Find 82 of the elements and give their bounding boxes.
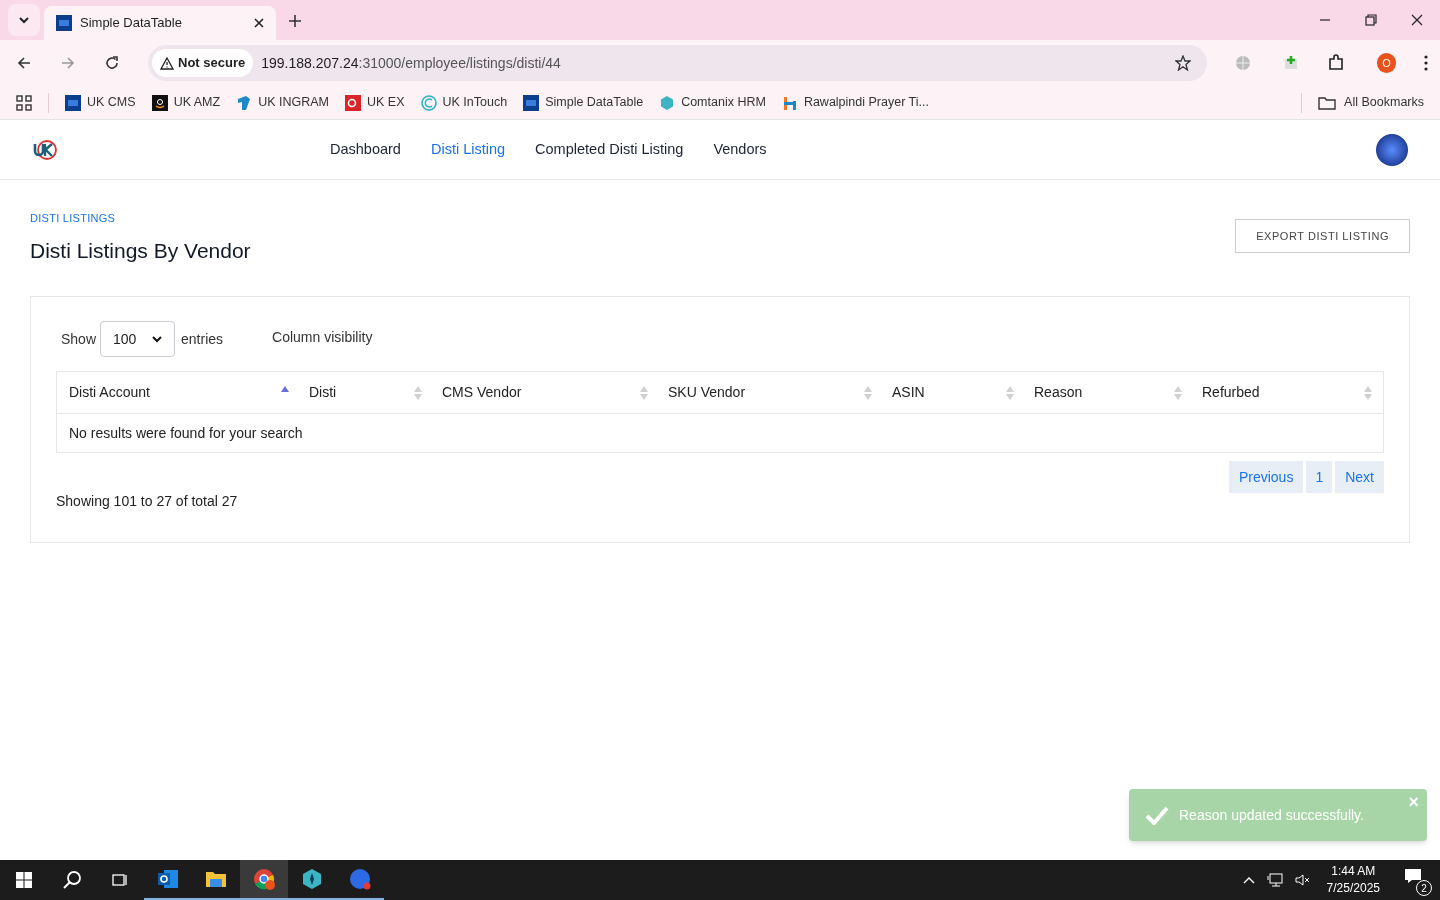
- export-button[interactable]: EXPORT DISTI LISTING: [1235, 219, 1410, 253]
- bookmark-link[interactable]: UK CMS: [65, 93, 136, 112]
- close-icon[interactable]: [254, 18, 264, 28]
- toast-message: Reason updated successfully.: [1179, 805, 1364, 825]
- nav-link[interactable]: Dashboard: [330, 138, 401, 161]
- extension-plus-icon[interactable]: [1282, 55, 1299, 71]
- more-icon[interactable]: [1424, 55, 1428, 71]
- column-header[interactable]: Reason: [1022, 372, 1190, 413]
- bookmark-link[interactable]: Comtanix HRM: [659, 93, 766, 112]
- notification-count: 2: [1416, 880, 1432, 896]
- column-header[interactable]: Disti Account: [57, 372, 297, 413]
- star-icon[interactable]: [1174, 55, 1191, 71]
- profile-avatar[interactable]: O: [1376, 53, 1396, 73]
- network-icon[interactable]: [1266, 873, 1283, 887]
- bookmark-link[interactable]: UK INGRAM: [236, 93, 329, 112]
- nav-link[interactable]: Disti Listing: [430, 138, 506, 161]
- chevron-up-icon[interactable]: [1242, 876, 1255, 884]
- puzzle-icon[interactable]: [1326, 54, 1345, 72]
- clock[interactable]: 1:44 AM 7/25/2025: [1322, 863, 1384, 897]
- chevron-down-icon: [18, 16, 30, 24]
- speaker-muted-icon[interactable]: [1294, 873, 1311, 887]
- column-header[interactable]: ASIN: [880, 372, 1022, 413]
- forward-icon[interactable]: [60, 55, 76, 71]
- video-app-icon: [348, 867, 372, 891]
- page-title: Disti Listings By Vendor: [30, 237, 251, 264]
- previous-button[interactable]: Previous: [1228, 461, 1304, 493]
- folder-icon: [1318, 95, 1337, 110]
- bookmark-link[interactable]: Rawalpindi Prayer Ti...: [781, 93, 929, 112]
- page-size-select[interactable]: 100: [100, 321, 176, 357]
- task-view-icon[interactable]: [112, 872, 128, 888]
- checkmark-icon: [1145, 805, 1169, 825]
- notification-icon: [1404, 868, 1422, 884]
- new-tab-icon[interactable]: [288, 14, 302, 28]
- diamond-app-icon: [300, 867, 324, 891]
- ring-logo-icon: [420, 94, 437, 111]
- results-summary: Showing 101 to 27 of total 27: [56, 492, 238, 511]
- chevron-down-icon: [152, 335, 163, 343]
- back-icon[interactable]: [16, 55, 32, 71]
- reload-icon[interactable]: [104, 55, 120, 71]
- apps-grid-icon[interactable]: [16, 94, 32, 111]
- document-favicon-icon: [65, 94, 81, 111]
- warning-icon: [160, 56, 174, 70]
- windows-start-icon[interactable]: [16, 872, 32, 888]
- column-header[interactable]: CMS Vendor: [430, 372, 656, 413]
- column-visibility-button[interactable]: Column visibility: [272, 326, 373, 348]
- address-bar[interactable]: Not secure 199.188.207.24:31000/employee/listings/disti/44: [148, 45, 1207, 81]
- bookmark-link[interactable]: Simple DataTable: [523, 93, 644, 112]
- browser-app-icon: [252, 867, 276, 891]
- user-avatar[interactable]: [1376, 133, 1408, 166]
- nav-link[interactable]: Completed Disti Listing: [535, 138, 684, 161]
- show-label: Show: [61, 329, 97, 349]
- all-bookmarks-button[interactable]: All Bookmarks: [1318, 93, 1424, 112]
- tab-title: Simple DataTable: [80, 14, 183, 33]
- close-icon[interactable]: [1411, 14, 1423, 26]
- bookmark-link[interactable]: UK AMZ: [151, 93, 221, 112]
- letter-h-icon: [781, 94, 798, 111]
- column-header[interactable]: SKU Vendor: [656, 372, 880, 413]
- security-chip[interactable]: Not secure: [152, 49, 254, 77]
- favicon-icon: [56, 15, 72, 31]
- page-number-button[interactable]: 1: [1306, 461, 1333, 493]
- logo-icon: [32, 138, 58, 161]
- tab-search-button[interactable]: [8, 4, 40, 36]
- column-header[interactable]: Refurbed: [1190, 372, 1380, 413]
- next-button[interactable]: Next: [1335, 461, 1384, 493]
- search-icon[interactable]: [62, 870, 82, 890]
- breadcrumb: DISTI LISTINGS: [30, 211, 117, 226]
- url-text: 199.188.207.24:31000/employee/listings/disti/44: [261, 53, 561, 73]
- nav-link[interactable]: Vendors: [713, 138, 767, 161]
- bookmark-link[interactable]: UK InTouch: [420, 93, 508, 112]
- letter-a-icon: [151, 94, 168, 111]
- empty-message: No results were found for your search: [68, 423, 304, 443]
- ex-logo-icon: [345, 94, 361, 111]
- bookmark-link[interactable]: UK EX: [345, 93, 405, 112]
- entries-label: entries: [181, 329, 224, 349]
- mail-app-icon: [156, 867, 180, 891]
- browser-tab[interactable]: Simple DataTable: [44, 6, 276, 40]
- hexagon-icon: [659, 94, 676, 111]
- document-favicon-icon: [523, 94, 540, 111]
- taskbar-app-button[interactable]: [240, 860, 288, 900]
- restore-icon[interactable]: [1365, 14, 1377, 26]
- column-header[interactable]: Disti: [297, 372, 430, 413]
- bird-logo-icon: [236, 94, 253, 111]
